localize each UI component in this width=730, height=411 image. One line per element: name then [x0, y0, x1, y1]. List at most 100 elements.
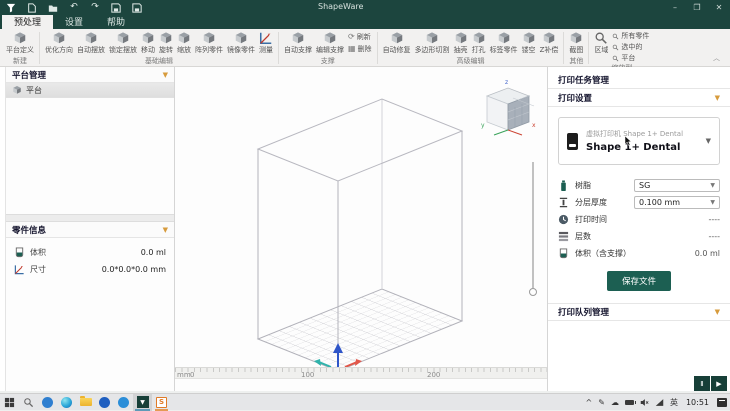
edit-support-button[interactable]: 编辑支撑	[314, 30, 346, 55]
print-settings-header[interactable]: 打印设置 ▼	[548, 89, 730, 107]
cube-icon	[177, 31, 191, 45]
redo-icon[interactable]: ↷	[89, 2, 101, 13]
cube-icon	[425, 31, 439, 45]
auto-support-button[interactable]: 自动支撑	[282, 30, 314, 55]
zoom-selected-item[interactable]: 选中的	[612, 42, 649, 52]
chevron-down-icon: ▼	[163, 71, 168, 79]
delete-support-button[interactable]: ▦删除	[348, 44, 372, 54]
tab-settings[interactable]: 设置	[53, 15, 95, 29]
rotate-button[interactable]: 旋转	[157, 30, 175, 55]
printer-selector[interactable]: 虚拟打印机 Shape 1+ Dental Shape 1+ Dental ▼	[558, 117, 720, 165]
auto-arrange-button[interactable]: 自动摆放	[75, 30, 107, 55]
refresh-support-button[interactable]: ⟳刷新	[348, 32, 372, 42]
taskbar-app-blue-3[interactable]	[114, 394, 133, 411]
system-tray: ^ ✎ ☁ 英 10:51	[583, 394, 730, 410]
measure-button[interactable]: 测量	[257, 30, 275, 55]
undo-icon[interactable]: ↶	[68, 2, 80, 13]
taskbar-app-blue[interactable]	[38, 394, 57, 411]
play-button[interactable]: ▶	[711, 376, 727, 391]
punch-hole-button[interactable]: 打孔	[470, 30, 488, 55]
scale-button[interactable]: 缩放	[175, 30, 193, 55]
label-parts-button[interactable]: 标签零件	[488, 30, 520, 55]
volume-with-support-value: 0.0 ml	[695, 249, 720, 258]
mirror-parts-button[interactable]: 镜像零件	[225, 30, 257, 55]
zoom-region-button[interactable]: 区域	[592, 30, 610, 55]
tray-volume-muted-icon[interactable]	[637, 394, 652, 411]
print-queue-header[interactable]: 打印队列管理 ▼	[548, 303, 730, 321]
open-file-icon[interactable]	[47, 2, 59, 13]
tab-preprocess[interactable]: 预处理	[2, 15, 53, 29]
viewport-3d[interactable]: x y z mm 0 100 200	[175, 67, 547, 391]
snapshot-button[interactable]: 截图	[567, 30, 585, 55]
save-file-button[interactable]: 保存文件	[607, 271, 671, 291]
maximize-button[interactable]: ❐	[686, 0, 708, 15]
cube-icon	[454, 31, 468, 45]
zoom-all-parts-item[interactable]: 所有零件	[612, 31, 649, 41]
taskbar-file-explorer-icon[interactable]	[76, 394, 95, 411]
minimize-button[interactable]: –	[664, 0, 686, 15]
hollow-button[interactable]: 镂空	[520, 30, 538, 55]
optimize-direction-button[interactable]: 优化方向	[43, 30, 75, 55]
tray-ime-indicator[interactable]: 英	[667, 394, 681, 411]
layers-icon	[558, 231, 569, 242]
new-file-icon[interactable]	[26, 2, 38, 13]
tray-onedrive-icon[interactable]: ☁	[608, 394, 622, 411]
tray-battery-icon[interactable]	[622, 394, 637, 411]
print-settings-fields: 树脂 SG ▼ 分层厚度 0.100 mm ▼ 打印时间	[548, 171, 730, 262]
panel-divider	[6, 214, 174, 222]
array-parts-button[interactable]: 阵列零件	[193, 30, 225, 55]
polygon-cut-button[interactable]: 多边形切割	[413, 30, 452, 55]
tray-pen-icon[interactable]: ✎	[595, 394, 608, 411]
search-icon[interactable]	[19, 394, 38, 411]
cube-icon	[159, 31, 173, 45]
taskbar-app-orange[interactable]: S	[152, 394, 171, 411]
ribbon-divider	[377, 32, 378, 64]
window-controls: – ❐ ✕	[664, 0, 730, 15]
magnifier-icon	[612, 33, 619, 40]
platform-item[interactable]: 平台	[6, 83, 174, 98]
group-label-other: 其他	[567, 57, 585, 66]
print-task-header[interactable]: 打印任务管理	[548, 71, 730, 89]
view-cube: x y z	[481, 79, 536, 135]
close-button[interactable]: ✕	[708, 0, 730, 15]
save-as-icon[interactable]	[131, 2, 143, 13]
tab-help[interactable]: 帮助	[95, 15, 137, 29]
size-value: 0.0*0.0*0.0 mm	[102, 265, 166, 274]
slice-slider[interactable]	[530, 162, 537, 296]
tray-network-icon[interactable]	[652, 394, 667, 411]
printer-icon	[567, 133, 578, 150]
part-info-header[interactable]: 零件信息 ▼	[6, 222, 174, 238]
taskbar-edge-icon[interactable]	[57, 394, 76, 411]
volume-with-support-row: 体积（含支撑） 0.0 ml	[558, 245, 720, 262]
start-button[interactable]	[0, 394, 19, 411]
taskbar-shapeware-icon[interactable]: ▼	[133, 394, 152, 411]
auto-repair-button[interactable]: 自动修复	[381, 30, 413, 55]
ribbon-group-other: 截图 其他	[565, 30, 587, 66]
move-button[interactable]: 移动	[139, 30, 157, 55]
lock-arrange-button[interactable]: 锁定摆放	[107, 30, 139, 55]
ribbon-divider	[39, 32, 40, 64]
z-compensation-button[interactable]: Z补偿	[538, 30, 561, 55]
layer-thickness-select[interactable]: 0.100 mm ▼	[634, 196, 720, 209]
chevron-down-icon: ▼	[710, 199, 715, 206]
volume-value: 0.0 ml	[141, 248, 166, 257]
tray-clock[interactable]: 10:51	[681, 394, 714, 411]
app-logo-icon[interactable]	[5, 2, 17, 13]
ribbon-collapse-button[interactable]: ︿	[705, 53, 728, 66]
snapshot-icon	[569, 31, 583, 45]
taskbar-app-blue-2[interactable]	[95, 394, 114, 411]
zoom-platform-item[interactable]: 平台	[612, 53, 649, 63]
shell-button[interactable]: 抽壳	[452, 30, 470, 55]
cube-icon	[542, 31, 556, 45]
resin-select[interactable]: SG ▼	[634, 179, 720, 192]
tray-notifications-icon[interactable]	[714, 394, 730, 411]
save-icon[interactable]	[110, 2, 122, 13]
pause-button[interactable]: Ⅱ	[694, 376, 710, 391]
platform-manage-header[interactable]: 平台管理 ▼	[6, 67, 174, 83]
tray-chevron-up-icon[interactable]: ^	[583, 394, 596, 411]
layer-thickness-icon	[558, 197, 569, 208]
ruler-tick-0: 0	[190, 371, 194, 379]
layer-count-value: ----	[708, 232, 720, 241]
platform-define-button[interactable]: 平台定义	[4, 30, 36, 55]
build-volume-scene: x y z	[175, 67, 547, 391]
